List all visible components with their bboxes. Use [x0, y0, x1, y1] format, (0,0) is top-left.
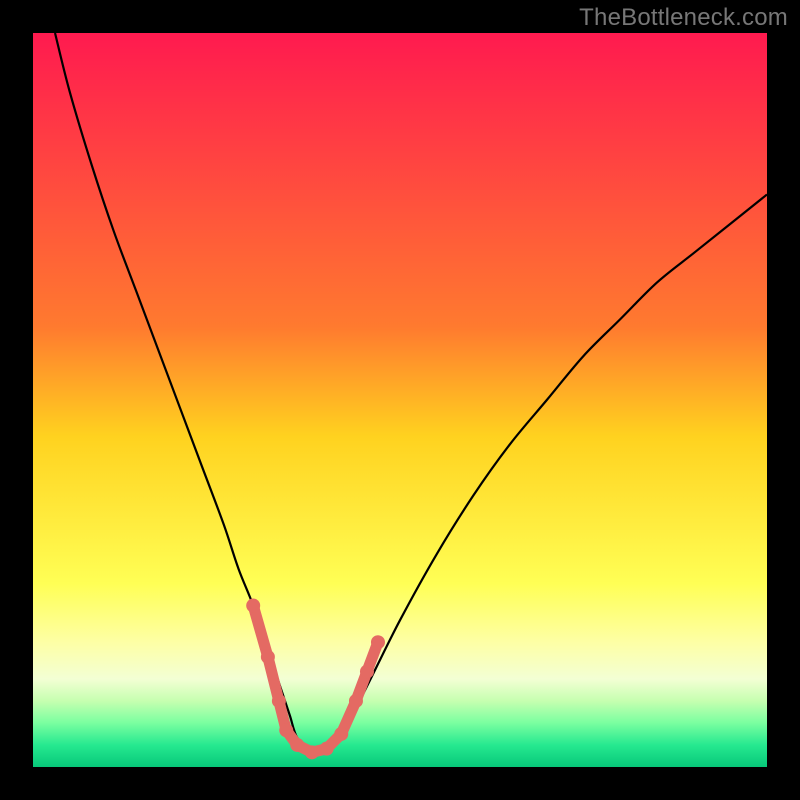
- marker-point: [320, 742, 334, 756]
- watermark-text: TheBottleneck.com: [579, 4, 788, 32]
- marker-point: [349, 694, 363, 708]
- marker-point: [261, 650, 275, 664]
- gradient-background: [33, 33, 767, 767]
- marker-point: [305, 745, 319, 759]
- marker-point: [334, 727, 348, 741]
- plot-area: [33, 33, 767, 767]
- marker-point: [272, 694, 286, 708]
- marker-point: [290, 738, 304, 752]
- marker-point: [371, 635, 385, 649]
- marker-point: [360, 665, 374, 679]
- chart-svg: [33, 33, 767, 767]
- marker-point: [246, 599, 260, 613]
- marker-point: [279, 723, 293, 737]
- chart-frame: TheBottleneck.com: [0, 0, 800, 800]
